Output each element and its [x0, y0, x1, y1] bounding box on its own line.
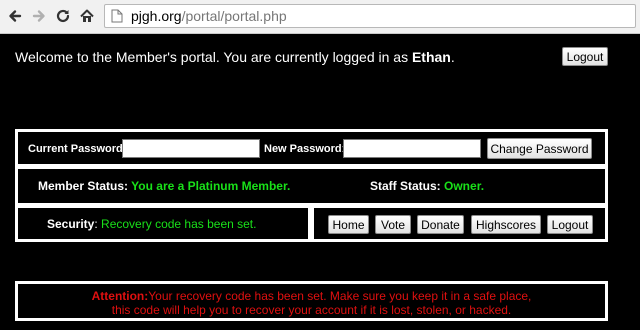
address-url: pjgh.org/portal/portal.php: [131, 8, 287, 24]
new-password-input[interactable]: [343, 139, 481, 158]
current-password-input[interactable]: [122, 139, 260, 158]
attention-label: Attention:: [91, 289, 149, 303]
current-password-label: Current Password:: [28, 143, 126, 155]
reload-icon: [56, 9, 70, 23]
welcome-period: .: [450, 49, 455, 65]
security-status: Security: Recovery code has been set.: [47, 217, 257, 231]
member-status-value: You are a Platinum Member.: [131, 179, 291, 193]
browser-toolbar: pjgh.org/portal/portal.php: [0, 0, 640, 34]
username: Ethan: [411, 49, 451, 65]
back-button[interactable]: [4, 5, 26, 27]
attention-line-2: this code will help you to recover your …: [111, 303, 512, 317]
nav-highscores-button[interactable]: Highscores: [471, 215, 541, 234]
home-icon: [80, 9, 94, 22]
security-value: Recovery code has been set.: [101, 217, 257, 231]
staff-status-label: Staff Status:: [370, 179, 441, 193]
attention-panel: Attention:Your recovery code has been se…: [15, 281, 608, 321]
status-panel: Member Status: You are a Platinum Member…: [15, 166, 608, 206]
forward-button[interactable]: [28, 5, 50, 27]
home-button[interactable]: [76, 5, 98, 27]
url-domain: pjgh.org: [131, 8, 182, 24]
member-status-label: Member Status:: [38, 179, 129, 193]
nav-home-button[interactable]: Home: [328, 215, 369, 234]
address-bar[interactable]: pjgh.org/portal/portal.php: [104, 4, 636, 28]
member-status: Member Status: You are a Platinum Member…: [38, 179, 290, 193]
welcome-message: Welcome to the Member's portal. You are …: [15, 49, 455, 65]
staff-status: Staff Status: Owner.: [370, 179, 484, 193]
staff-status-value: Owner.: [444, 179, 485, 193]
url-path: /portal/portal.php: [181, 8, 287, 24]
header-logout-button[interactable]: Logout: [562, 47, 608, 66]
nav-donate-button[interactable]: Donate: [417, 215, 464, 234]
new-password-label: New Password:: [264, 143, 345, 155]
password-panel: Current Password: New Password: Change P…: [15, 129, 608, 167]
nav-vote-button[interactable]: Vote: [375, 215, 411, 234]
page-icon: [111, 9, 123, 23]
nav-logout-button[interactable]: Logout: [547, 215, 593, 234]
attention-line-1: Attention:Your recovery code has been se…: [18, 289, 605, 303]
reload-button[interactable]: [52, 5, 74, 27]
security-panel: Security: Recovery code has been set.: [15, 205, 311, 242]
forward-arrow-icon: [32, 10, 45, 22]
nav-panel: Home Vote Donate Highscores Logout: [311, 205, 608, 242]
back-arrow-icon: [9, 10, 22, 22]
change-password-button[interactable]: Change Password: [487, 138, 592, 159]
attention-text-1: Your recovery code has been set. Make su…: [148, 289, 532, 303]
security-label: Security: [47, 217, 95, 231]
welcome-text: Welcome to the Member's portal. You are …: [15, 49, 412, 65]
